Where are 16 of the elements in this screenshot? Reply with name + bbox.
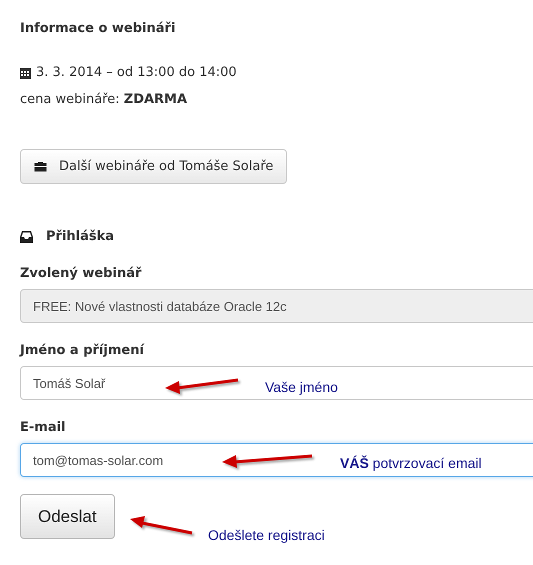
annotation-text: VÁŠ potvrzovací email bbox=[340, 455, 482, 471]
annotation-text: Odešlete registraci bbox=[208, 527, 325, 543]
briefcase-icon bbox=[34, 161, 47, 172]
annotation-text: Vaše jméno bbox=[265, 379, 338, 395]
calendar-icon bbox=[20, 68, 31, 78]
form-title: Přihláška bbox=[46, 228, 114, 246]
submit-button[interactable]: Odeslat bbox=[20, 494, 115, 539]
field-label: E-mail bbox=[20, 419, 67, 437]
field-label: Jméno a příjmení bbox=[20, 342, 146, 360]
section-heading: Informace o webináři bbox=[20, 20, 176, 38]
more-webinars-button[interactable]: Další webináře od Tomáše Solaře bbox=[20, 149, 288, 184]
price-text: cena webináře: ZDARMA bbox=[20, 91, 188, 109]
arrow bbox=[130, 514, 194, 536]
inbox-icon bbox=[20, 231, 33, 243]
date-text: 3. 3. 2014 – od 13:00 do 14:00 bbox=[36, 64, 237, 82]
field-label: Zvolený webinář bbox=[20, 265, 142, 283]
